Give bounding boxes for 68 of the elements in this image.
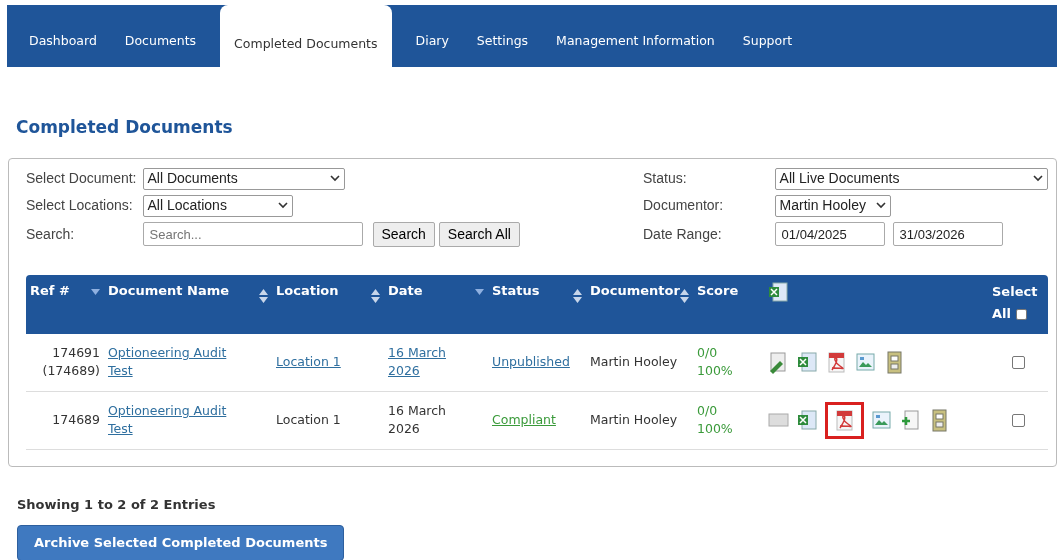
dropdown[interactable]: All Live Documents [774, 167, 1048, 190]
entries-summary: Showing 1 to 2 of 2 Entries [17, 495, 217, 514]
spreadsheet-icon[interactable] [796, 350, 819, 374]
row-checkbox[interactable] [1011, 414, 1025, 428]
nav-tab[interactable]: Documents [110, 32, 211, 67]
score-text: 0/0 [697, 344, 719, 363]
field-label: Date Range: [643, 224, 723, 244]
image-icon[interactable] [870, 408, 893, 432]
sort-icon[interactable] [573, 288, 582, 303]
archive-button[interactable]: Archive Selected Completed Documents [17, 525, 345, 560]
document-link[interactable]: Optioneering Audit Test [108, 402, 248, 439]
location-link[interactable]: Location 1 [276, 354, 341, 370]
dropdown[interactable]: All Documents [142, 167, 345, 190]
column-header[interactable]: Status [492, 280, 540, 300]
column-header[interactable]: Location [276, 280, 339, 300]
documentor-name: Martin Hooley [586, 391, 693, 450]
sort-icon[interactable] [371, 288, 380, 303]
caret-icon[interactable] [875, 202, 886, 210]
page-heading: Completed Documents [16, 116, 234, 139]
parent-ref-number: (174689) [41, 362, 100, 381]
document-link[interactable]: Optioneering Audit Test [108, 344, 248, 381]
nav-tab[interactable]: Diary [401, 32, 463, 67]
ref-number: 174689 [51, 411, 100, 430]
row-checkbox[interactable] [1011, 356, 1025, 370]
field-label: Search: [26, 224, 76, 244]
documentor-name: Martin Hooley [586, 333, 693, 392]
ref-number: 174691 [51, 344, 100, 363]
dropdown[interactable]: All Locations [142, 194, 293, 217]
date-field[interactable]: 31/03/2026 [892, 222, 1003, 247]
column-header[interactable]: Ref # [30, 280, 70, 300]
location-text: Location 1 [276, 412, 341, 428]
field-label: Status: [643, 169, 688, 189]
status-link[interactable]: Unpublished [492, 354, 570, 370]
date-text: 16 March 2026 [388, 402, 447, 439]
column-header[interactable]: Date [388, 280, 423, 300]
select-all-checkbox[interactable] [1016, 308, 1027, 320]
caret-icon[interactable] [1033, 175, 1043, 183]
search-button[interactable]: Search All [438, 221, 520, 247]
search-button[interactable]: Search [372, 221, 435, 247]
search-field[interactable]: Search... [142, 222, 363, 246]
add-document-icon[interactable] [899, 408, 922, 432]
nav-tab[interactable]: Completed Documents [220, 5, 392, 67]
sort-desc-icon[interactable] [91, 288, 100, 295]
sort-icon[interactable] [259, 288, 268, 303]
date-link[interactable]: 16 March 2026 [388, 344, 458, 381]
date-field[interactable]: 01/04/2025 [774, 222, 885, 247]
field-label: Documentor: [643, 196, 725, 216]
caret-icon[interactable] [277, 202, 288, 209]
percent-text: 100% [697, 420, 734, 439]
spreadsheet-icon[interactable] [767, 280, 790, 304]
percent-text: 100% [697, 362, 734, 381]
nav-tab[interactable]: Settings [462, 32, 543, 67]
pdf-icon[interactable] [825, 401, 864, 439]
caret-icon[interactable] [329, 175, 340, 182]
image-icon[interactable] [854, 350, 877, 374]
sort-icon[interactable] [680, 288, 689, 303]
status-link[interactable]: Compliant [492, 412, 556, 428]
nav-tab[interactable]: Management Information [542, 32, 729, 67]
sort-desc-icon[interactable] [475, 288, 484, 295]
nav-tab[interactable]: Dashboard [15, 32, 111, 67]
nav-tab[interactable]: Support [728, 32, 807, 67]
pdf-icon[interactable] [825, 350, 848, 374]
dropdown[interactable]: Martin Hooley [774, 195, 891, 217]
spreadsheet-icon[interactable] [796, 408, 819, 432]
field-label: Select Document: [26, 169, 137, 188]
score-text: 0/0 [697, 402, 719, 421]
column-header[interactable]: Score [697, 280, 739, 300]
field-label: Select Locations: [26, 196, 134, 215]
